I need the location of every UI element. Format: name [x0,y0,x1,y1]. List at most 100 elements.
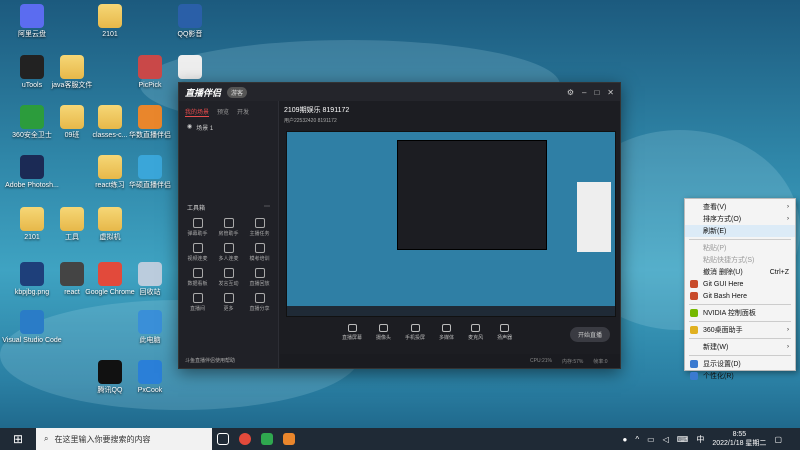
tray-up-icon[interactable]: ^ [635,435,639,444]
tools-title: 工具箱 [187,206,206,212]
context-menu-item[interactable]: 查看(V) › [685,201,795,213]
search-placeholder: 在这里输入你要搜索的内容 [54,434,151,444]
desktop-icon[interactable]: QQ影音 [162,4,218,39]
desktop-icon[interactable]: Visual Studio Code [2,310,62,345]
chrome-taskbar-icon[interactable] [234,428,256,450]
tool-item[interactable]: 更多 [214,293,243,312]
tool-label: 数据看板 [187,281,208,287]
desktop-icon[interactable]: 此电脑 [122,310,178,345]
live-taskbar-icon[interactable] [278,428,300,450]
notification-icon[interactable]: ▢ [774,435,782,444]
tool-item[interactable]: 主播任务 [245,218,274,237]
status-fps: 帧率:0 [593,358,608,365]
more-icon[interactable]: ⋯ [264,203,270,212]
app-icon [98,360,122,384]
context-menu-item[interactable]: 撤消 删除(U) Ctrl+Z [685,266,795,278]
scene-label: 场景 1 [196,126,214,132]
desktop-icon[interactable]: 2101 [82,4,138,39]
context-menu-item[interactable]: Git Bash Here [685,290,795,302]
desktop-icon[interactable]: 虚拟机 [82,207,138,242]
desktop-icon[interactable]: 回收站 [122,262,178,297]
source-button[interactable]: 直播屏幕 [342,323,362,341]
desktop-icon-label: 2101 [102,31,118,38]
menu-item-icon [690,309,698,317]
status-cpu: CPU:21% [530,358,552,364]
tool-item[interactable]: 弹幕助手 [183,218,212,237]
source-button[interactable]: 摄像头 [376,323,391,341]
chevron-right-icon: › [787,204,789,210]
ime-indicator[interactable]: 中 [696,434,704,445]
tab-preview[interactable]: 预览 [217,107,229,117]
status-mem: 内存:57% [561,358,584,365]
taskbar-search[interactable]: ⌕ 在这里输入你要搜索的内容 [36,428,212,450]
app-icon [138,262,162,286]
volume-icon[interactable]: ◁ [663,435,669,444]
menu-item-label: 撤消 删除(U) [703,269,743,276]
tool-item[interactable]: 视频连麦 [183,243,212,262]
desktop-icon-label: 阿里云盘 [18,31,46,38]
source-button[interactable]: 手机投屏 [405,323,425,341]
context-menu-item[interactable]: 360桌面助手 › [685,324,795,336]
chevron-right-icon: › [787,216,789,222]
menu-item-icon [690,280,698,288]
network-icon[interactable]: ▭ [647,435,655,444]
desktop-icon[interactable]: 华硕直播伴侣 [122,155,178,190]
tool-label: 直播分享 [249,306,270,312]
maximize-icon[interactable]: □ [594,88,599,97]
tool-label: 视频连麦 [187,256,208,262]
context-menu-item[interactable]: 刷新(E) [685,225,795,237]
app-badge[interactable]: 游客 [227,86,248,98]
start-live-button[interactable]: 开始直播 [569,327,610,342]
menu-item-label: 个性化(R) [703,373,734,380]
keyboard-icon[interactable]: ⌨ [677,435,689,444]
desktop-icon[interactable]: java客服文件 [44,55,100,90]
desktop-icon[interactable]: 阿里云盘 [4,4,60,39]
tool-item[interactable]: 直播间 [183,293,212,312]
tool-item[interactable]: 多人连麦 [214,243,243,262]
chevron-right-icon: › [787,327,789,333]
tool-label: 房管助手 [218,231,239,237]
app-icon [138,310,162,334]
desktop-icon[interactable]: Adobe Photosh... [4,155,60,190]
context-menu-item[interactable]: NVIDIA 控制面板 [685,307,795,319]
task-view-icon[interactable] [212,428,234,450]
menu-item-icon [690,372,698,380]
context-menu-item[interactable]: 新建(W) › [685,341,795,353]
tool-item[interactable]: 直播分享 [245,293,274,312]
user-icon[interactable]: ● [622,435,627,444]
context-menu-item[interactable]: Git GUI Here [685,278,795,290]
tool-item[interactable]: 直播回放 [245,268,274,287]
menu-item-label: 粘贴快捷方式(S) [703,257,755,264]
tab-scenes[interactable]: 我的场景 [185,107,210,117]
tool-item[interactable]: 发言互动 [214,268,243,287]
help-hint[interactable]: 斗鱼直播伴侣使用帮助 [185,357,235,364]
tool-item[interactable]: 模考培训 [245,243,274,262]
close-icon[interactable]: ✕ [607,88,614,97]
app-icon [20,207,44,231]
context-menu-item[interactable]: 排序方式(O) › [685,213,795,225]
source-button[interactable]: 多媒体 [439,323,454,341]
windows-start-icon[interactable]: ⊞ [0,432,36,446]
tool-icon [192,218,203,228]
app-icon [20,310,44,334]
source-button[interactable]: 扬声器 [497,323,512,341]
clock[interactable]: 8:55 2022/1/18 星期二 [712,430,766,448]
desktop-icon[interactable]: classes-c... [82,105,138,140]
live-app-window[interactable]: 直播伴侣 游客 ⚙ – □ ✕ 我的场景 预览 开发 ◉ 场景 1 工具箱 ⋯ … [178,82,621,369]
tool-icon [254,293,265,303]
tool-item[interactable]: 房管助手 [214,218,243,237]
context-menu-item[interactable]: 显示设置(D) [685,358,795,370]
menu-separator [689,355,791,356]
chevron-right-icon: › [787,344,789,350]
scene-item[interactable]: ◉ 场景 1 [179,120,278,135]
desktop-icon-label: classes-c... [92,132,128,139]
desktop-icon[interactable]: PxCook [122,360,178,395]
settings-icon[interactable]: ⚙ [567,88,574,97]
tool-item[interactable]: 数据看板 [183,268,212,287]
tab-dev[interactable]: 开发 [237,107,249,117]
context-menu-item[interactable]: 个性化(R) [685,370,795,382]
app-icon [98,105,122,129]
minimize-icon[interactable]: – [582,88,586,97]
hbuilder-taskbar-icon[interactable] [256,428,278,450]
source-button[interactable]: 麦克风 [468,323,483,341]
